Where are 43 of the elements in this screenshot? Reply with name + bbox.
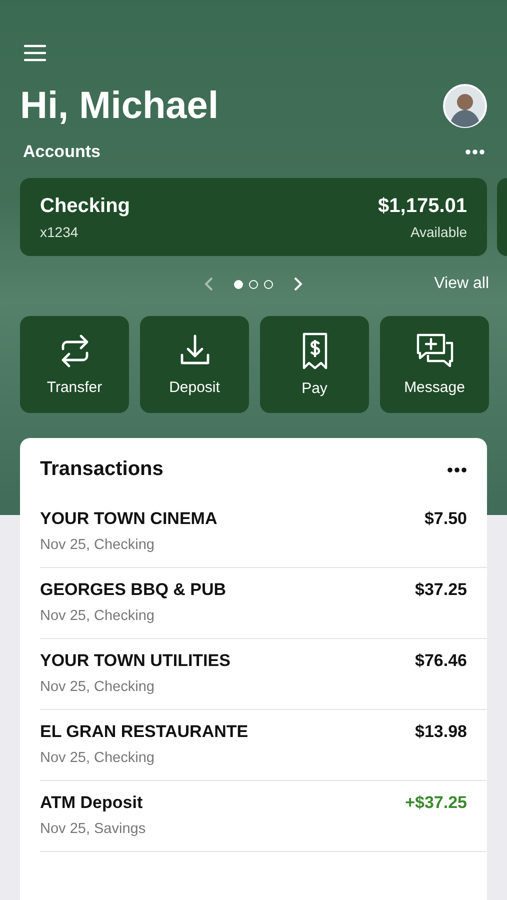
receipt-dollar-icon [300,332,328,370]
action-button[interactable]: Message [380,316,489,413]
page-dot[interactable] [234,280,243,288]
transaction-amount: $7.50 [424,509,467,529]
account-number: x1234 [40,224,80,240]
chevron-right-icon[interactable] [293,276,303,292]
transaction-row[interactable]: YOUR TOWN CINEMA Nov 25, Checking $7.50 [40,497,487,568]
transaction-detail: Nov 25, Savings [40,821,146,837]
transaction-detail: Nov 25, Checking [40,537,156,553]
transaction-row[interactable]: ATM Deposit Nov 25, Savings +$37.25 [40,781,487,852]
transactions-heading: Transactions [40,458,164,481]
transaction-row[interactable]: EL GRAN RESTAURANTE Nov 25, Checking $13.98 [40,710,487,781]
transaction-amount: $13.98 [415,722,467,742]
account-name: Checking [40,194,130,218]
page-dot[interactable] [264,280,273,288]
more-icon[interactable] [447,466,467,472]
menu-icon[interactable] [24,44,46,62]
action-button[interactable]: Pay [260,316,369,413]
action-button[interactable]: Deposit [140,316,249,413]
transaction-detail: Nov 25, Checking [40,679,156,695]
transaction-row[interactable]: GEORGES BBQ & PUB Nov 25, Checking $37.25 [40,568,487,639]
merchant-name: GEORGES BBQ & PUB [40,580,226,600]
merchant-name: EL GRAN RESTAURANTE [40,722,248,742]
transaction-detail: Nov 25, Checking [40,608,156,624]
chevron-left-icon[interactable] [204,276,214,292]
balance-label: Available [410,224,467,240]
avatar[interactable] [443,84,487,128]
greeting: Hi, Michael [20,84,218,128]
transaction-row[interactable]: YOUR TOWN UTILITIES Nov 25, Checking $76.46 [40,639,487,710]
merchant-name: YOUR TOWN UTILITIES [40,651,230,671]
account-card[interactable]: Checking x1234 $1,175.01 Available [20,178,487,256]
account-balance: $1,175.01 [378,194,467,218]
view-all-link[interactable]: View all [434,275,489,293]
transaction-amount: $37.25 [415,580,467,600]
chat-add-icon [416,333,454,369]
merchant-name: YOUR TOWN CINEMA [40,509,218,529]
transaction-amount: +$37.25 [405,793,467,813]
page-dot[interactable] [249,280,258,288]
merchant-name: ATM Deposit [40,793,144,813]
transaction-detail: Nov 25, Checking [40,750,156,766]
transaction-amount: $76.46 [415,651,467,671]
accounts-heading: Accounts [23,142,100,162]
action-button[interactable]: Transfer [20,316,129,413]
